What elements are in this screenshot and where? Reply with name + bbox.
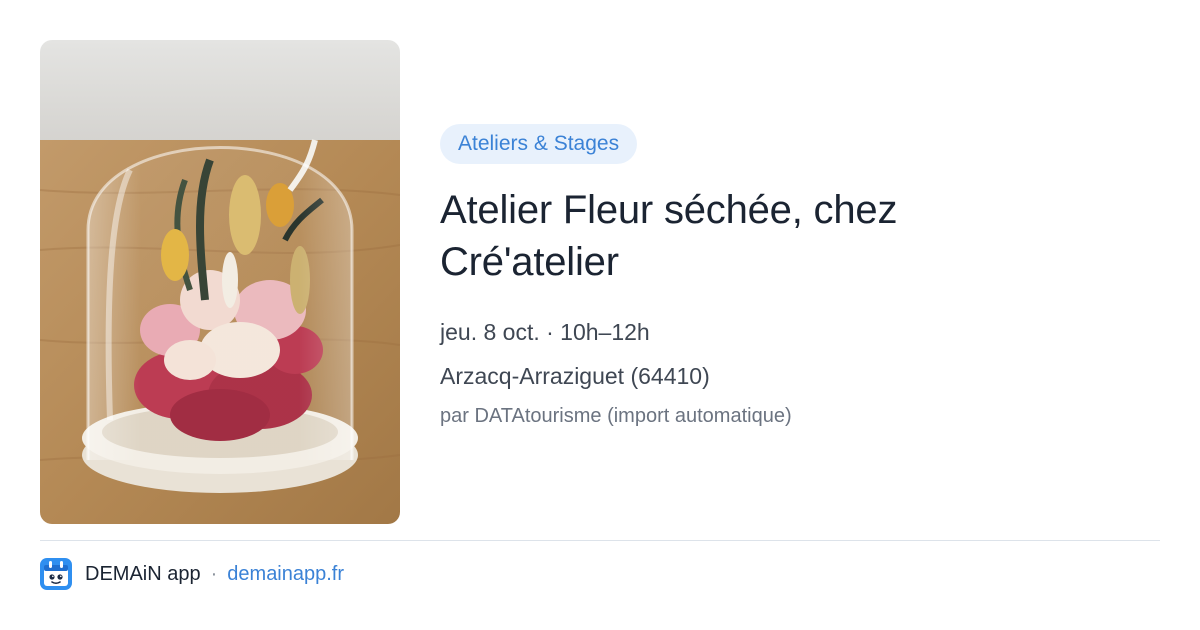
footer: DEMAiN app · demainapp.fr (40, 558, 344, 590)
event-title: Atelier Fleur séchée, chez Cré'atelier (440, 184, 1140, 288)
app-website-link[interactable]: demainapp.fr (227, 563, 344, 586)
event-location: Arzacq-Arraziguet (64410) (440, 363, 710, 389)
category-badge[interactable]: Ateliers & Stages (440, 124, 638, 164)
event-title-line1: Atelier Fleur séchée, chez (440, 188, 898, 232)
event-photo (40, 40, 400, 524)
event-title-line2: Cré'atelier (440, 240, 619, 284)
app-name: DEMAiN app (85, 562, 201, 585)
footer-separator: · (210, 562, 218, 585)
event-source: par DATAtourisme (import automatique) (440, 405, 792, 427)
footer-divider (40, 540, 1160, 541)
event-date: jeu. 8 oct. · 10h–12h (440, 319, 650, 345)
event-info: Ateliers & Stages Atelier Fleur séchée, … (440, 124, 1140, 430)
demain-app-logo-icon (40, 558, 72, 590)
